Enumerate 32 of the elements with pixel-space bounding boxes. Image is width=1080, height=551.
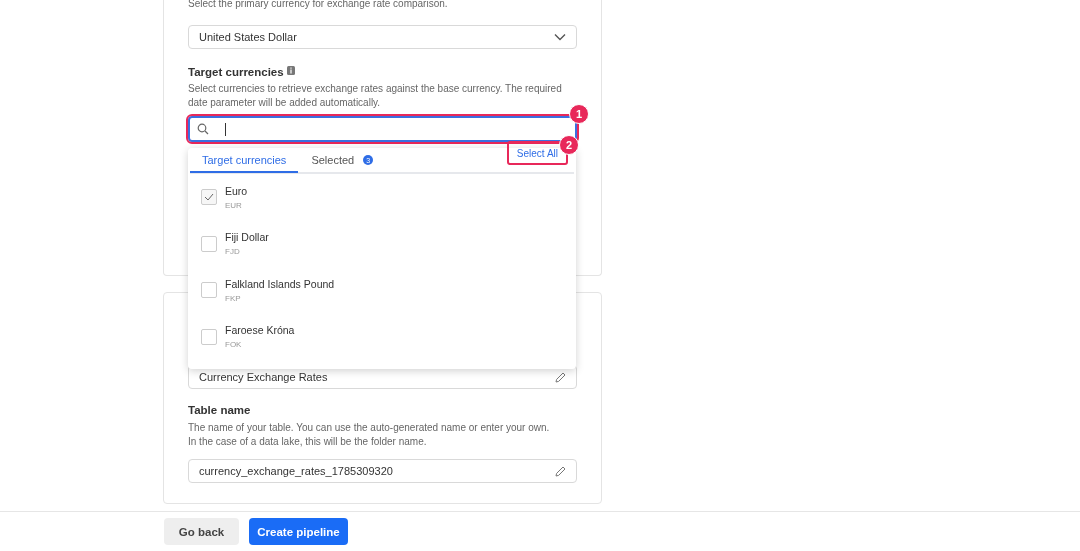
back-button[interactable]: Go back — [164, 518, 239, 545]
currency-code: FJD — [225, 247, 241, 257]
check-icon — [204, 193, 214, 202]
field-label: Table name — [188, 404, 252, 416]
checkbox[interactable] — [201, 189, 217, 206]
pencil-icon — [555, 465, 566, 477]
step-marker: 2 — [559, 135, 579, 155]
field-description: The name of your table. You can use the auto-generated name or enter your own. — [188, 421, 551, 435]
checkbox[interactable] — [201, 282, 217, 299]
currency-code: EUR — [225, 200, 243, 210]
currency-code: FKP — [225, 293, 242, 303]
currency-name: Euro — [225, 184, 248, 197]
currency-name: Falkland Islands Pound — [225, 277, 335, 290]
chevron-down-icon — [554, 33, 566, 41]
field-description: In the case of a data lake, this will be the folder name. — [188, 435, 428, 449]
field-description: Select currencies to retrieve exchange rates against the base currency. The required date parameter will be added automatically. — [188, 82, 563, 110]
currency-name: Faroese Króna — [225, 324, 295, 337]
field-label: Target currencies — [188, 66, 284, 78]
checkbox[interactable] — [201, 235, 217, 252]
tab[interactable]: Target currencies — [190, 149, 299, 173]
checkbox[interactable] — [201, 328, 217, 345]
currency-name: Fiji Dollar — [225, 231, 269, 244]
field-description: Select the primary currency for exchange rate comparison. — [188, 0, 449, 11]
table-name-field[interactable]: currency_exchange_rates_1785309320 — [188, 459, 577, 483]
search-field[interactable] — [188, 116, 577, 142]
pencil-icon — [555, 371, 566, 383]
info-icon — [286, 66, 295, 75]
currency-dropdown[interactable]: United States Dollar — [188, 25, 577, 49]
search-icon — [197, 123, 209, 135]
create-button[interactable]: Create pipeline — [249, 518, 348, 545]
step-marker: 1 — [569, 104, 589, 124]
currency-code: FOK — [225, 340, 243, 350]
